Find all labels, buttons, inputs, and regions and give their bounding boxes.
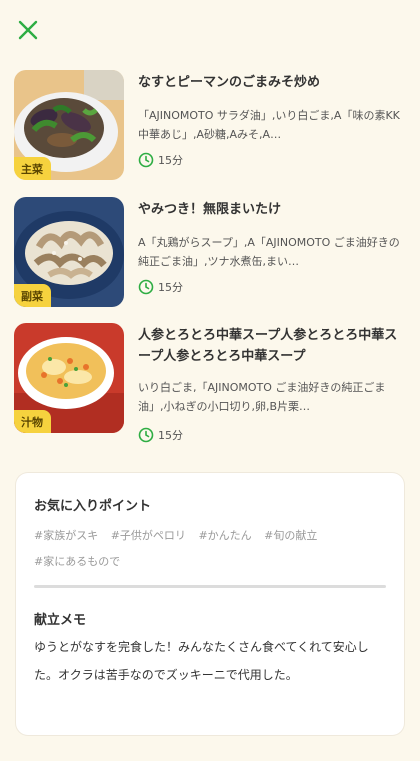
notes-card: お気に入りポイント #家族がスキ #子供がペロリ #かんたん #旬の献立 #家に…: [16, 473, 404, 735]
recipe-title: なすとピーマンのごまみそ炒め: [138, 75, 321, 90]
favorite-tag: #家族がスキ: [34, 529, 99, 542]
favorite-tag: #子供がペロリ: [110, 529, 186, 542]
category-tag: 副菜: [14, 284, 51, 307]
category-tag: 主菜: [14, 157, 51, 180]
divider: [34, 585, 386, 588]
clock-icon: [138, 279, 154, 295]
favorites-heading: お気に入りポイント: [34, 499, 152, 514]
memo-heading: 献立メモ: [34, 613, 87, 628]
recipe-item[interactable]: 副菜 やみつき！無限まいたけ A「丸鶏がらスープ」,A「AJINOMOTO ごま…: [14, 197, 406, 309]
clock-icon: [138, 427, 154, 443]
cook-time: 15分: [138, 279, 183, 295]
favorite-tag: #旬の献立: [264, 529, 318, 542]
cook-time: 15分: [138, 152, 183, 168]
cook-time-value: 15分: [158, 429, 183, 442]
recipe-image: 副菜: [14, 197, 124, 307]
cook-time-value: 15分: [158, 154, 183, 167]
recipe-item[interactable]: 主菜 なすとピーマンのごまみそ炒め 「AJINOMOTO サラダ油」,いり白ごま…: [14, 70, 406, 182]
recipe-image: 汁物: [14, 323, 124, 433]
favorite-tag: #家にあるもので: [34, 555, 121, 568]
memo-text: ゆうとがなすを完食した！みんなたくさん食べてくれて安心した。オクラは苦手なのでズ…: [34, 640, 369, 682]
favorite-tag: #かんたん: [198, 529, 252, 542]
recipe-ingredients: いり白ごま,「AJINOMOTO ごま油好きの純正ごま油」,小ねぎの小口切り,卵…: [138, 381, 386, 413]
recipe-ingredients: A「丸鶏がらスープ」,A「AJINOMOTO ごま油好きの純正ごま油」,ツナ水煮…: [138, 236, 400, 268]
favorite-tags: #家族がスキ #子供がペロリ #かんたん #旬の献立 #家にあるもので: [34, 523, 384, 575]
recipe-title: やみつき！無限まいたけ: [138, 202, 282, 217]
recipe-title: 人参とろとろ中華スープ人参とろとろ中華スープ人参とろとろ中華スープ: [138, 328, 398, 364]
cook-time-value: 15分: [158, 281, 183, 294]
cook-time: 15分: [138, 427, 183, 443]
close-icon[interactable]: [16, 18, 40, 42]
recipe-ingredients: 「AJINOMOTO サラダ油」,いり白ごま,A「味の素KK中華あじ」,A砂糖,…: [138, 109, 400, 141]
recipe-image: 主菜: [14, 70, 124, 180]
category-tag: 汁物: [14, 410, 51, 433]
clock-icon: [138, 152, 154, 168]
recipe-item[interactable]: 汁物 人参とろとろ中華スープ人参とろとろ中華スープ人参とろとろ中華スープ いり白…: [14, 323, 406, 453]
